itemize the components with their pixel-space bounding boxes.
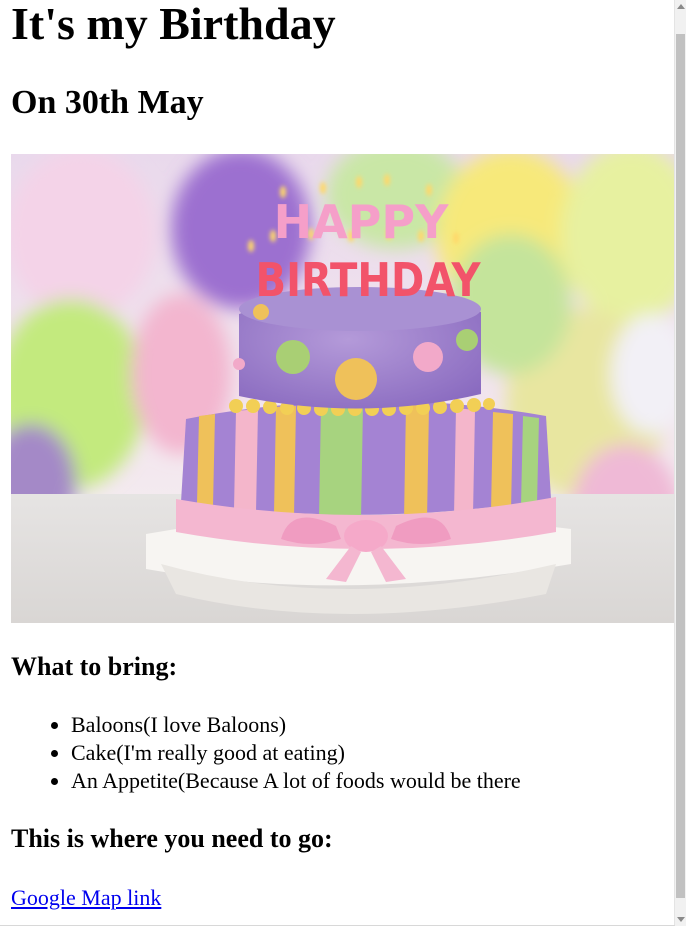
birthday-candles: BIRTHDAY	[256, 253, 482, 307]
birthday-cake-image: HAPPY BIRTHDAY	[11, 154, 675, 623]
list-item: An Appetite(Because A lot of foods would…	[71, 767, 521, 795]
scroll-down-arrow-icon[interactable]	[677, 917, 685, 922]
party-date: On 30th May	[11, 84, 204, 121]
google-map-link[interactable]: Google Map link	[11, 884, 161, 912]
bring-list: Baloons(I love Baloons) Cake(I'm really …	[11, 711, 521, 795]
what-to-bring-heading: What to bring:	[11, 652, 178, 681]
list-item: Baloons(I love Baloons)	[71, 711, 521, 739]
happy-candles: HAPPY	[274, 195, 450, 249]
scrollbar-thumb[interactable]	[676, 34, 685, 898]
scroll-up-arrow-icon[interactable]	[677, 4, 685, 9]
directions-heading: This is where you need to go:	[11, 824, 333, 853]
page-title: It's my Birthday	[11, 0, 336, 49]
vertical-scrollbar[interactable]	[674, 0, 686, 926]
list-item: Cake(I'm really good at eating)	[71, 739, 521, 767]
